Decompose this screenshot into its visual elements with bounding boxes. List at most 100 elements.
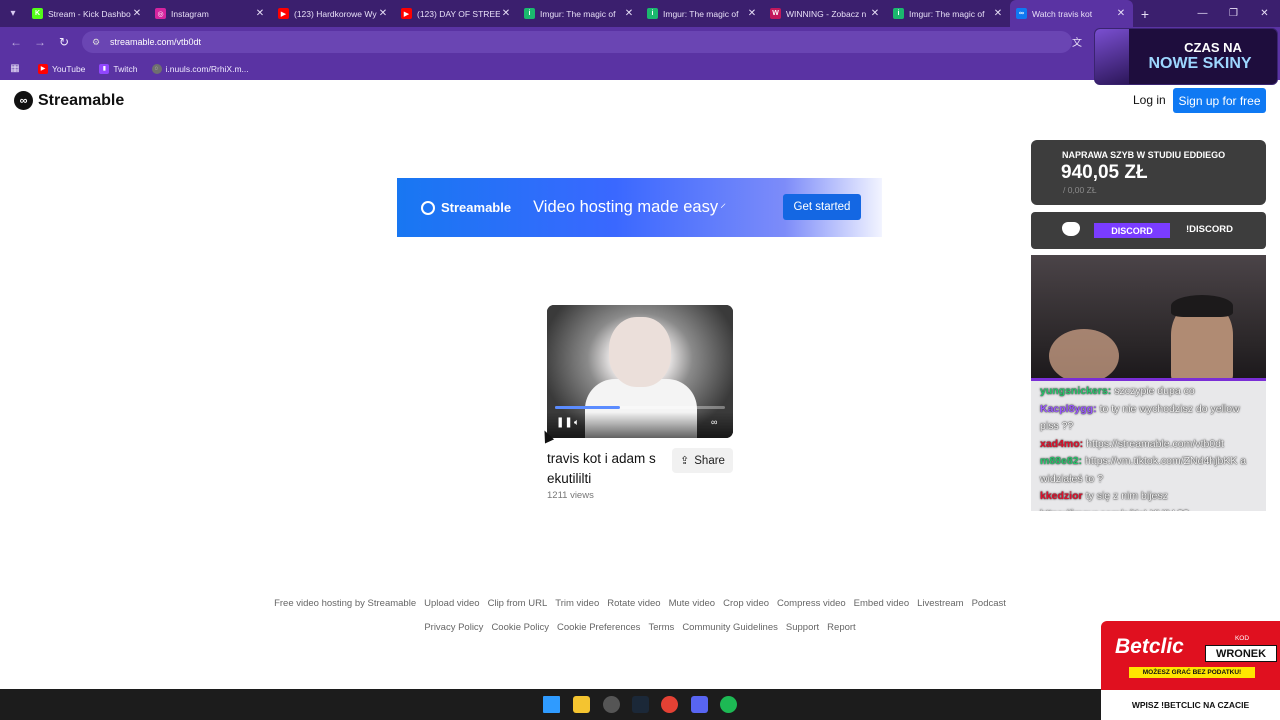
translate-icon[interactable]: 文: [1072, 34, 1082, 49]
chat-username: xad4mo:: [1040, 437, 1084, 450]
footer-link[interactable]: Rotate video: [607, 598, 660, 609]
browser-tab[interactable]: K Stream - Kick Dashbo ✕: [26, 0, 149, 27]
browser-tab[interactable]: ▶ (123) DAY OF STREET ✕: [395, 0, 518, 27]
share-button[interactable]: ⇪ Share: [672, 448, 733, 473]
file-explorer-icon[interactable]: [573, 696, 590, 713]
url-text: streamable.com/vtb0dt: [110, 37, 202, 47]
footer-link[interactable]: Cookie Preferences: [557, 622, 640, 633]
tab-close-icon[interactable]: ✕: [623, 8, 635, 19]
chat-username: kkedzior: [1040, 490, 1083, 502]
footer-link[interactable]: Support: [786, 622, 819, 633]
bookmark-youtube[interactable]: ▶ YouTube: [38, 63, 85, 74]
ad-brand: Streamable: [441, 200, 512, 215]
steam-icon[interactable]: [632, 696, 649, 713]
footer-link[interactable]: Compress video: [777, 598, 846, 609]
volume-icon[interactable]: 🔈︎: [574, 417, 579, 428]
stream-overlay-skins-promo: CZAS NA NOWE SKINY: [1094, 28, 1278, 85]
video-views: 1211 views: [547, 490, 594, 501]
discord-label: DISCORD: [1094, 223, 1170, 238]
new-tab-button[interactable]: +: [1133, 6, 1157, 22]
tab-close-icon[interactable]: ✕: [377, 8, 389, 19]
footer-link[interactable]: Embed video: [854, 598, 909, 609]
footer-link[interactable]: Upload video: [424, 598, 479, 609]
streamable-watermark-icon[interactable]: ∞: [711, 417, 717, 427]
footer-link[interactable]: Report: [827, 622, 856, 633]
tab-close-icon[interactable]: ✕: [869, 8, 881, 19]
browser-tab[interactable]: ▶ (123) Hardkorowe Wy ✕: [272, 0, 395, 27]
footer-link[interactable]: Free video hosting by Streamable: [274, 598, 416, 609]
footer-link[interactable]: Clip from URL: [488, 598, 548, 609]
tab-favicon-icon: ◎: [155, 8, 166, 19]
tab-close-icon[interactable]: ✕: [746, 8, 758, 19]
chat-message: kkedziorty się z nim bijesz https://imgu…: [1040, 488, 1257, 511]
tab-favicon-icon: ∞: [1016, 8, 1027, 19]
discord-icon[interactable]: [691, 696, 708, 713]
tab-close-icon[interactable]: ✕: [992, 8, 1004, 19]
footer-link[interactable]: Community Guidelines: [682, 622, 778, 633]
minimize-icon[interactable]: —: [1187, 8, 1218, 19]
footer-link[interactable]: Mute video: [669, 598, 715, 609]
tab-title: Imgur: The magic of: [663, 8, 739, 19]
ad-banner[interactable]: Streamable Video hosting made easy ⸝ Get…: [397, 178, 882, 237]
site-info-icon[interactable]: ⚙: [92, 37, 104, 48]
tab-close-icon[interactable]: ✕: [131, 8, 143, 19]
obs-icon[interactable]: [603, 696, 620, 713]
globe-icon: ◌: [151, 63, 162, 74]
tab-favicon-icon: ▶: [278, 8, 289, 19]
tab-favicon-icon: i: [647, 8, 658, 19]
windows-start-icon[interactable]: [543, 696, 560, 713]
bookmark-nuuls[interactable]: ◌ i.nuuls.com/RrhiX.m...: [151, 63, 249, 74]
browser-tab[interactable]: i Imgur: The magic of ✕: [887, 0, 1010, 27]
footer-link[interactable]: Crop video: [723, 598, 769, 609]
tab-close-icon[interactable]: ✕: [1115, 8, 1127, 19]
tab-close-icon[interactable]: ✕: [254, 8, 266, 19]
reload-icon[interactable]: ↻: [52, 35, 76, 49]
browser-tab[interactable]: i Imgur: The magic of ✕: [641, 0, 764, 27]
url-input[interactable]: ⚙ streamable.com/vtb0dt: [82, 31, 1072, 53]
streamable-logo[interactable]: ∞ Streamable: [14, 91, 124, 110]
chat-username: m88e82:: [1040, 455, 1083, 467]
get-started-button[interactable]: Get started: [783, 194, 861, 220]
tab-close-icon[interactable]: ✕: [500, 8, 512, 19]
forward-icon[interactable]: →: [28, 35, 52, 49]
footer-link[interactable]: Trim video: [555, 598, 599, 609]
tab-favicon-icon: ▶: [401, 8, 412, 19]
apps-grid-icon[interactable]: ▦: [6, 63, 24, 74]
footer-link[interactable]: Cookie Policy: [491, 622, 549, 633]
footer-link[interactable]: Privacy Policy: [424, 622, 483, 633]
bookmark-twitch[interactable]: ▮ Twitch: [99, 63, 138, 74]
video-progress-bar[interactable]: [555, 406, 725, 409]
video-title: travis kot i adam s ekutililti: [547, 451, 656, 486]
back-icon[interactable]: ←: [4, 35, 28, 49]
character-art: [1095, 29, 1129, 84]
footer-link[interactable]: Livestream: [917, 598, 963, 609]
tab-search-icon[interactable]: ▾: [0, 0, 26, 27]
tab-title: Stream - Kick Dashbo: [48, 8, 131, 19]
chat-message: Kacpl8ygg: to ty nie wychodzisz do yellow…: [1040, 401, 1257, 436]
login-link[interactable]: Log in: [1133, 93, 1166, 107]
tab-title: (123) DAY OF STREET: [417, 8, 500, 19]
bookmarks-bar: ▦ ▶ YouTube ▮ Twitch ◌ i.nuuls.com/RrhiX…: [0, 57, 1280, 80]
browser-tab[interactable]: W WINNING - Zobacz n ✕: [764, 0, 887, 27]
maximize-icon[interactable]: ❐: [1218, 8, 1249, 19]
footer-link[interactable]: Podcast: [972, 598, 1006, 609]
pause-icon[interactable]: ❚❚: [556, 417, 573, 428]
browser-tab[interactable]: ◎ Instagram ✕: [149, 0, 272, 27]
tab-title: Imgur: The magic of: [909, 8, 985, 19]
chat-username: yungsnickers:: [1040, 385, 1112, 397]
close-window-icon[interactable]: ✕: [1249, 8, 1280, 19]
chrome-icon[interactable]: [661, 696, 678, 713]
browser-tab[interactable]: ∞ Watch travis kot ✕: [1010, 0, 1133, 27]
signup-button[interactable]: Sign up for free: [1173, 88, 1266, 113]
stream-chat: yungsnickers: szczypie dupa co Kacpl8ygg: t…: [1031, 381, 1266, 511]
bookmark-label: Twitch: [113, 63, 138, 74]
chat-text: https://streamable.com/vtb0dt: [1086, 437, 1224, 450]
spotify-icon[interactable]: [720, 696, 737, 713]
footer-link[interactable]: Terms: [648, 622, 674, 633]
tab-title: (123) Hardkorowe Wy: [294, 8, 377, 19]
video-player[interactable]: ❚❚ 🔈︎ ∞: [547, 305, 733, 438]
tab-title: WINNING - Zobacz n: [786, 8, 867, 19]
betclic-code: WRONEK: [1205, 645, 1277, 662]
donation-goal-title: NAPRAWA SZYB W STUDIU EDDIEGO: [1062, 150, 1226, 160]
browser-tab[interactable]: i Imgur: The magic of ✕: [518, 0, 641, 27]
